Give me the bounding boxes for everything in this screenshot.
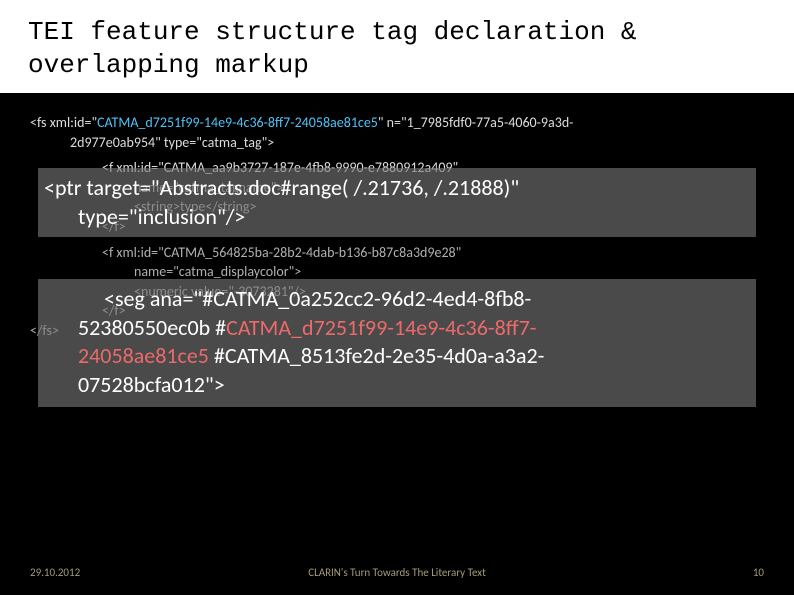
overlay-line: <seg ana="#CATMA_0a252cc2-96d2-4ed4-8fb8… <box>44 285 746 314</box>
footer-caption: CLARIN's Turn Towards The Literary Text <box>308 566 486 579</box>
fs-id-highlight: CATMA_d7251f99-14e9-4c36-8ff7-24058ae81c… <box>97 114 378 131</box>
slide: TEI feature structure tag declaration & … <box>0 0 794 595</box>
fs-open-prefix: <fs xml:id=" <box>30 114 97 131</box>
slide-content: <fs xml:id="CATMA_d7251f99-14e9-4c36-8ff… <box>0 93 794 341</box>
overlay-seg: <seg ana="#CATMA_0a252cc2-96d2-4ed4-8fb8… <box>38 279 756 407</box>
footer-page-number: 10 <box>753 566 764 579</box>
footer-date: 29.10.2012 <box>30 566 80 579</box>
slide-footer: 29.10.2012 CLARIN's Turn Towards The Lit… <box>0 566 794 579</box>
overlay-ptr: <ptr target="Abstracts.doc#range( /.2173… <box>38 168 756 237</box>
overlay-text: <ptr target="Abstracts.doc#range( /.2173… <box>44 174 519 201</box>
catma-id-highlight: CATMA_d7251f99-14e9-4c36-8ff7- <box>226 314 536 341</box>
overlay-line: 24058ae81ce5 #CATMA_8513fe2d-2e35-4d0a-a… <box>44 342 746 371</box>
overlay-line: 52380550ec0b #CATMA_d7251f99-14e9-4c36-8… <box>44 314 746 343</box>
overlay-text: type="inclusion"/> <box>44 203 746 232</box>
code-line: <f xml:id="CATMA_564825ba-28b2-4dab-b136… <box>30 243 764 263</box>
fs-open-suffix: " n="1_7985fdf0-77a5-4060-9a3d- <box>378 114 574 131</box>
overlay-line: 07528bcfa012"> <box>44 371 746 400</box>
code-line: <fs xml:id="CATMA_d7251f99-14e9-4c36-8ff… <box>30 113 764 133</box>
slide-title: TEI feature structure tag declaration & … <box>0 0 794 93</box>
catma-id-highlight: 24058ae81ce5 <box>78 342 209 369</box>
code-line: 2d977e0ab954" type="catma_tag"> <box>30 133 764 153</box>
